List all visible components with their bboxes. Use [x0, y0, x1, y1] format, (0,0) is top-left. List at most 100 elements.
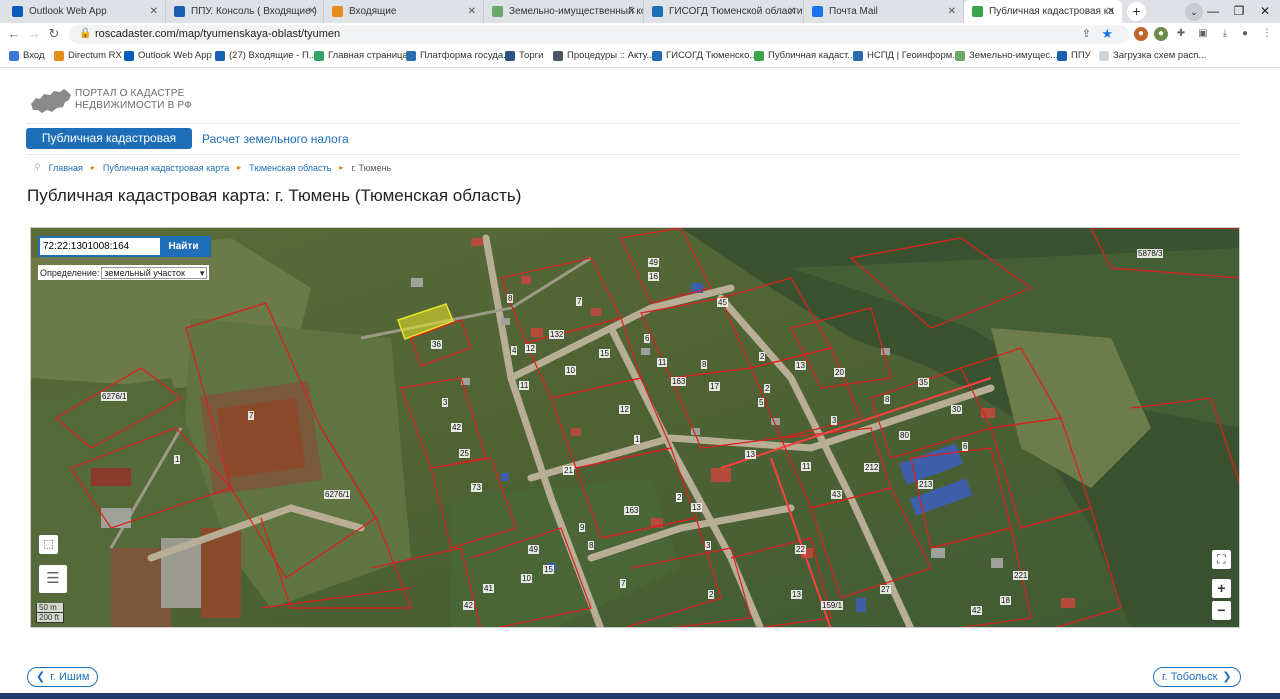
tab-title: Почта Mail	[829, 6, 878, 17]
parcel-label: 2	[708, 590, 715, 599]
parcel-label: 4	[511, 346, 518, 355]
zoom-out-button[interactable]: −	[1212, 601, 1231, 620]
address-bar[interactable]: 🔒 roscadaster.com/map/tyumenskaya-oblast…	[69, 25, 1129, 44]
next-city-link[interactable]: г. Тобольск ❯	[1153, 667, 1241, 687]
close-icon[interactable]: ✕	[628, 6, 636, 17]
parcel-label: 10	[521, 574, 532, 583]
tab-ppu[interactable]: ППУ. Консоль ( Входящие ) ✕	[166, 0, 324, 23]
parcel-label: 13	[691, 503, 702, 512]
parcel-label: 1	[174, 455, 181, 464]
parcel-label: 8	[701, 360, 708, 369]
mail-icon	[812, 6, 823, 17]
bookmark-item[interactable]: ППУ	[1057, 50, 1091, 61]
breadcrumb-region[interactable]: Тюменская область	[249, 163, 331, 173]
bookmark-item[interactable]: Платформа госуда...	[406, 50, 511, 61]
bookmark-item[interactable]: Земельно-имущес...	[955, 50, 1058, 61]
nav-land-tax[interactable]: Расчет земельного налога	[202, 132, 349, 146]
minimize-button[interactable]: —	[1200, 0, 1226, 23]
breadcrumb-map[interactable]: Публичная кадастровая карта	[103, 163, 229, 173]
mail-icon	[332, 6, 343, 17]
breadcrumb-home[interactable]: Главная	[49, 163, 83, 173]
select-area-button[interactable]: ⬚	[39, 535, 58, 554]
profile-icon[interactable]: ●	[1238, 27, 1252, 41]
bookmark-label: ППУ	[1071, 50, 1091, 61]
bookmark-item[interactable]: Публичная кадаст...	[754, 50, 855, 61]
cadastral-search: Найти	[38, 236, 211, 257]
back-icon[interactable]: ←	[6, 26, 22, 42]
nav-cadastral-map[interactable]: Публичная кадастровая карта	[26, 128, 192, 166]
close-icon[interactable]: ✕	[948, 6, 956, 17]
chevron-right-icon: ▸	[339, 163, 344, 172]
bookmark-item[interactable]: (27) Входящие - П...	[215, 50, 317, 61]
chevron-right-icon: ❯	[1222, 671, 1232, 683]
download-icon[interactable]: ⤓	[1218, 27, 1232, 41]
outlook-icon	[12, 6, 23, 17]
definition-select[interactable]: земельный участок ▾	[101, 266, 208, 279]
parcel-label: 21	[563, 466, 574, 475]
bookmark-label: Directum RX	[68, 50, 122, 61]
bookmark-item[interactable]: Загрузка схем расп...	[1099, 50, 1206, 61]
close-icon[interactable]: ✕	[308, 6, 316, 17]
bookmark-item[interactable]: НСПД | Геоинформ...	[853, 50, 960, 61]
parcel-label: 8	[884, 395, 891, 404]
parcel-label: 13	[795, 361, 806, 370]
scale-meters: 50 m	[36, 603, 64, 613]
chevron-right-icon: ▸	[90, 163, 95, 172]
parcel-label: 8	[588, 541, 595, 550]
breadcrumb: ⚲ Главная ▸ Публичная кадастровая карта …	[34, 162, 391, 173]
logo-line: ПОРТАЛ О КАДАСТРЕ	[75, 88, 185, 99]
close-icon[interactable]: ✕	[468, 6, 476, 17]
tab-strip: Outlook Web App ✕ ППУ. Консоль ( Входящие…	[0, 0, 1280, 23]
share-icon[interactable]: ⇪	[1082, 27, 1091, 40]
bookmark-item[interactable]: Главная страница	[314, 50, 408, 61]
fullscreen-button[interactable]: ⛶	[1212, 550, 1231, 569]
forward-icon[interactable]: →	[26, 26, 42, 42]
layers-button[interactable]: ☰	[39, 565, 67, 593]
prev-city-link[interactable]: ❮ г. Ишим	[27, 667, 99, 687]
tab-gisogd[interactable]: ГИСОГД Тюменской области ✕	[644, 0, 804, 23]
menu-icon[interactable]: ⋮	[1260, 27, 1274, 41]
tab-inbox[interactable]: Входящие ✕	[324, 0, 484, 23]
cadastral-map[interactable]: 49 16 5878/3 8 7 45 132 36 4 12 15 6 8 2…	[30, 227, 1240, 628]
tab-title: Входящие	[349, 6, 397, 17]
tab-title: Outlook Web App	[29, 6, 107, 17]
parcel-label: 12	[525, 344, 536, 353]
tab-cadastral-map[interactable]: Публичная кадастровая карта г.✕	[964, 0, 1122, 23]
bookmark-star-icon[interactable]: ★	[1101, 26, 1113, 42]
extension-icon[interactable]: ●	[1134, 27, 1148, 41]
cadastral-number-input[interactable]	[40, 238, 160, 255]
divider	[26, 123, 1240, 124]
bookmark-item[interactable]: ГИСОГД Тюменско...	[652, 50, 757, 61]
tab-mail[interactable]: Почта Mail ✕	[804, 0, 964, 23]
parcel-label: 163	[671, 377, 687, 386]
bookmark-label: Платформа госуда...	[420, 50, 512, 61]
close-icon[interactable]: ✕	[788, 6, 796, 17]
gisogd-icon	[652, 6, 663, 17]
bookmark-label: ГИСОГД Тюменско...	[666, 50, 758, 61]
close-icon[interactable]: ✕	[150, 6, 158, 17]
zoom-in-button[interactable]: +	[1212, 579, 1231, 598]
page-title: Публичная кадастровая карта: г. Тюмень (…	[27, 186, 522, 205]
bookmark-item[interactable]: Процедуры :: Акту...	[553, 50, 654, 61]
tab-outlook[interactable]: Outlook Web App ✕	[4, 0, 166, 23]
sidebar-icon[interactable]: ▣	[1196, 27, 1210, 41]
parcel-label: 20	[834, 368, 845, 377]
parcel-label: 41	[483, 584, 494, 593]
search-button[interactable]: Найти	[160, 238, 207, 255]
bookmark-item[interactable]: Outlook Web App	[124, 50, 212, 61]
os-taskbar	[0, 693, 1280, 699]
close-icon[interactable]: ✕	[1107, 6, 1115, 17]
close-window-button[interactable]: ✕	[1252, 0, 1278, 23]
maximize-button[interactable]: ❐	[1226, 0, 1252, 23]
bookmark-item[interactable]: Directum RX	[54, 50, 122, 61]
logo-text: ПОРТАЛ О КАДАСТРЕ НЕДВИЖИМОСТИ В РФ	[75, 88, 215, 112]
new-tab-button[interactable]: +	[1127, 2, 1146, 21]
parcel-label: 132	[549, 330, 565, 339]
reload-icon[interactable]: ↻	[46, 26, 62, 42]
bookmark-item[interactable]: Торги	[505, 50, 543, 61]
tab-land-committee[interactable]: Земельно-имущественный ком ✕	[484, 0, 644, 23]
puzzle-icon[interactable]: ✚	[1174, 27, 1188, 41]
extension-icon[interactable]: ●	[1154, 27, 1168, 41]
parcel-label: 30	[951, 405, 962, 414]
bookmark-item[interactable]: Вход	[9, 50, 45, 61]
